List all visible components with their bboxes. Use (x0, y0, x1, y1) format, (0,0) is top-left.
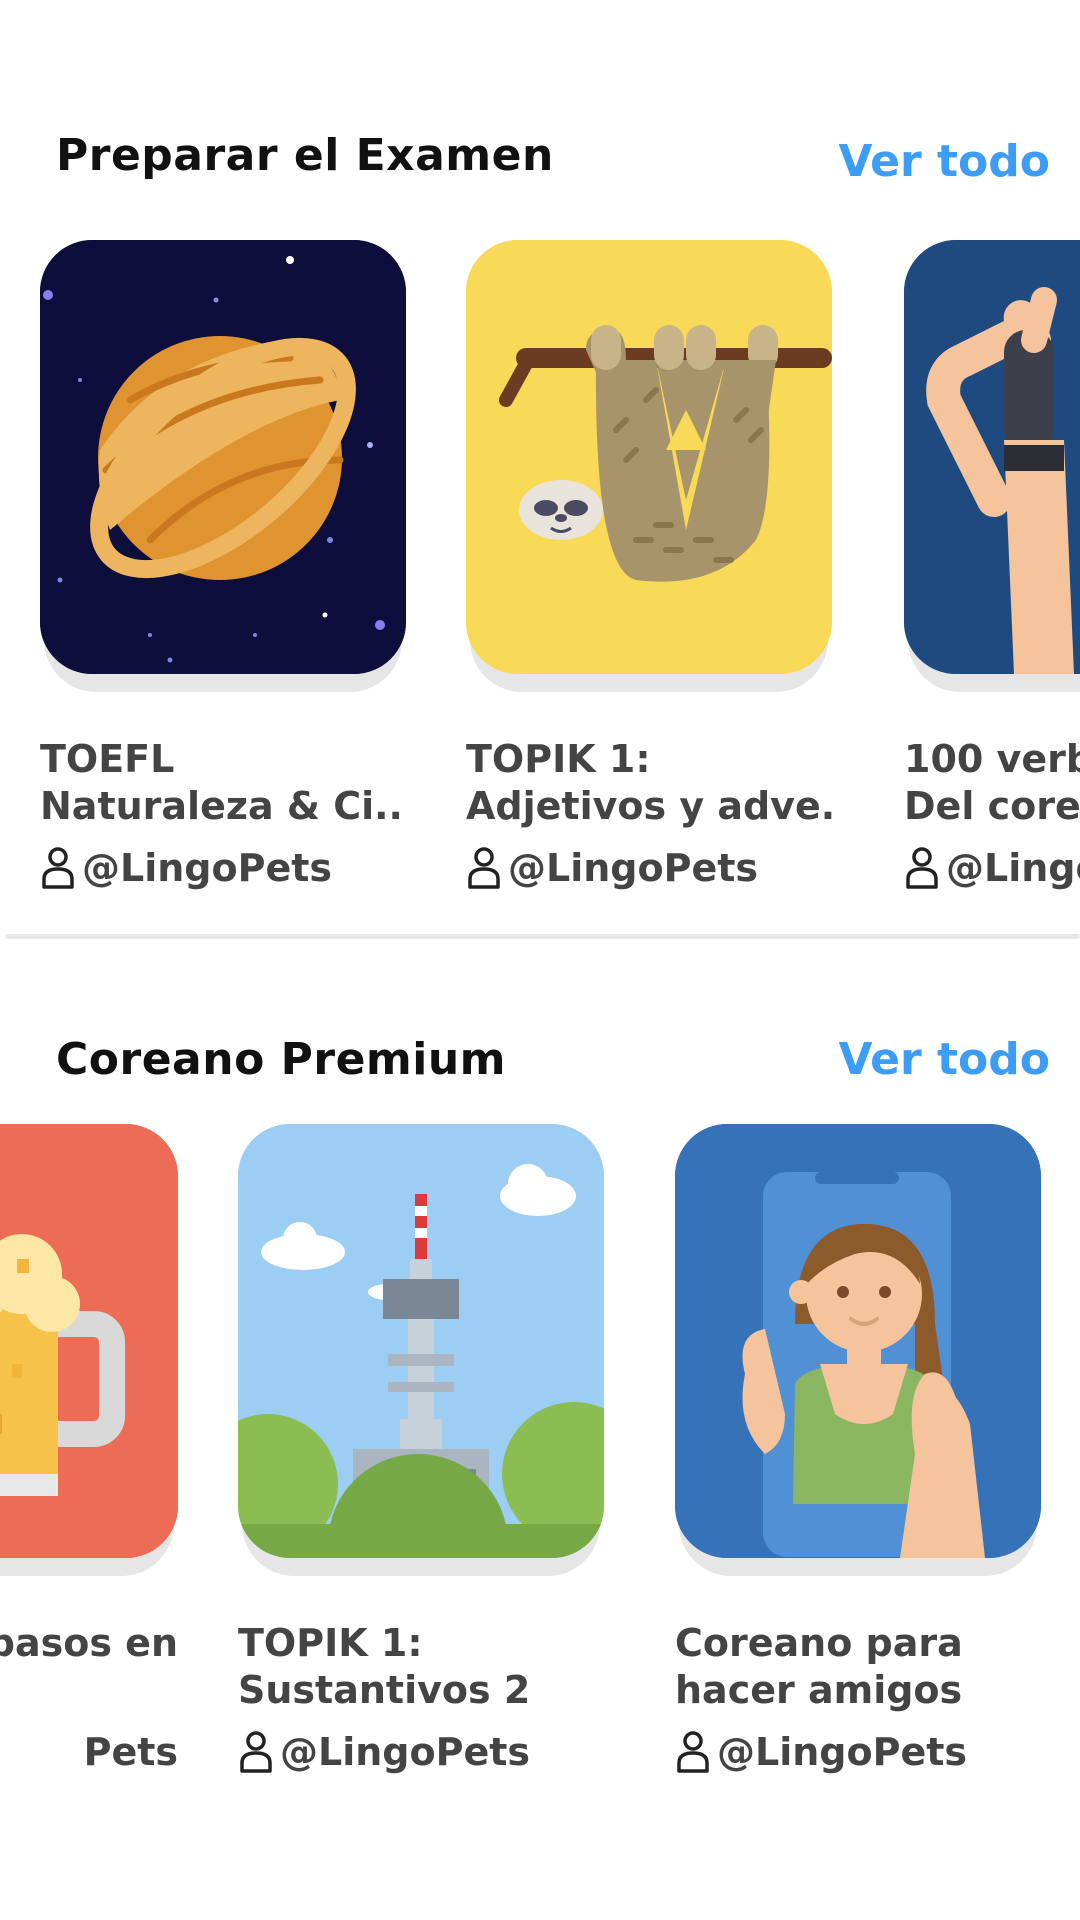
user-icon (677, 1731, 709, 1773)
deck-title: 100 verbos Del coreano (904, 736, 1080, 830)
deck-title-line2: hacer amigos (675, 1668, 963, 1712)
seoul-tower-icon (238, 1124, 604, 1558)
see-all-exam-button[interactable]: Ver todo (839, 136, 1051, 187)
deck-title: Coreano para hacer amigos (675, 1620, 1041, 1714)
see-all-premium-button[interactable]: Ver todo (839, 1034, 1051, 1085)
deck-title-line1: 100 verbos (904, 737, 1080, 781)
user-icon (468, 847, 500, 889)
deck-author[interactable]: @LingoPets (904, 846, 1080, 890)
deck-card-topik-adjectives[interactable]: TOPIK 1: Adjetivos y adve... @LingoPets (466, 240, 832, 890)
deck-cover[interactable] (40, 240, 406, 674)
deck-card-make-friends[interactable]: Coreano para hacer amigos @LingoPets (675, 1124, 1041, 1774)
deck-cover[interactable] (675, 1124, 1041, 1558)
deck-cover[interactable] (904, 240, 1080, 674)
deck-author-name: @LingoPets (82, 846, 333, 890)
deck-cover[interactable] (0, 1124, 178, 1558)
deck-title-line2: Adjetivos y adve... (466, 784, 832, 828)
deck-author[interactable]: Pets (0, 1730, 178, 1774)
deck-title: TOPIK 1: Sustantivos 2 (238, 1620, 604, 1714)
deck-author[interactable]: @LingoPets (238, 1730, 604, 1774)
user-icon (42, 847, 74, 889)
deck-cover[interactable] (466, 240, 832, 674)
deck-card-toefl[interactable]: TOEFL Naturaleza & Ci... @LingoPets (40, 240, 406, 890)
deck-title-line1: TOPIK 1: (466, 737, 651, 781)
deck-author-name: Pets (83, 1730, 178, 1774)
deck-title-line1: Coreano para (675, 1621, 963, 1665)
premium-carousel[interactable]: pasos en Pets TOPIK 1: Sustantivos 2 @Li… (0, 1124, 1080, 1884)
deck-author[interactable]: @LingoPets (466, 846, 832, 890)
person-stretching-icon (904, 240, 1080, 674)
video-call-girl-icon (675, 1124, 1041, 1558)
deck-card-100-verbs[interactable]: 100 verbos Del coreano @LingoPets (904, 240, 1080, 890)
deck-cover[interactable] (238, 1124, 604, 1558)
deck-author[interactable]: @LingoPets (40, 846, 406, 890)
deck-author-name: @LingoPets (508, 846, 759, 890)
exam-carousel[interactable]: TOEFL Naturaleza & Ci... @LingoPets TOPI… (0, 240, 1080, 940)
deck-title: TOEFL Naturaleza & Ci... (40, 736, 406, 830)
sloth-icon (466, 240, 832, 674)
deck-title: pasos en (0, 1620, 178, 1714)
beer-mug-icon (0, 1124, 178, 1558)
section-title-exam: Preparar el Examen (56, 130, 554, 181)
deck-card-beer[interactable]: pasos en Pets (0, 1124, 178, 1774)
deck-title-line2: Sustantivos 2 (238, 1668, 531, 1712)
deck-title-line2: Naturaleza & Ci... (40, 784, 406, 828)
deck-author[interactable]: @LingoPets (675, 1730, 1041, 1774)
deck-title: TOPIK 1: Adjetivos y adve... (466, 736, 832, 830)
deck-title-line1: TOPIK 1: (238, 1621, 423, 1665)
planet-icon (40, 240, 406, 674)
deck-title-line1: TOEFL (40, 737, 175, 781)
user-icon (240, 1731, 272, 1773)
deck-author-name: @LingoPets (280, 1730, 531, 1774)
deck-title-line2: Del coreano (904, 784, 1080, 828)
deck-card-topik-nouns[interactable]: TOPIK 1: Sustantivos 2 @LingoPets (238, 1124, 604, 1774)
deck-author-name: @LingoPets (717, 1730, 968, 1774)
section-divider (5, 934, 1080, 939)
section-title-premium: Coreano Premium (56, 1034, 507, 1085)
deck-title-line1: pasos en (0, 1621, 178, 1665)
user-icon (906, 847, 938, 889)
deck-author-name: @LingoPets (946, 846, 1080, 890)
